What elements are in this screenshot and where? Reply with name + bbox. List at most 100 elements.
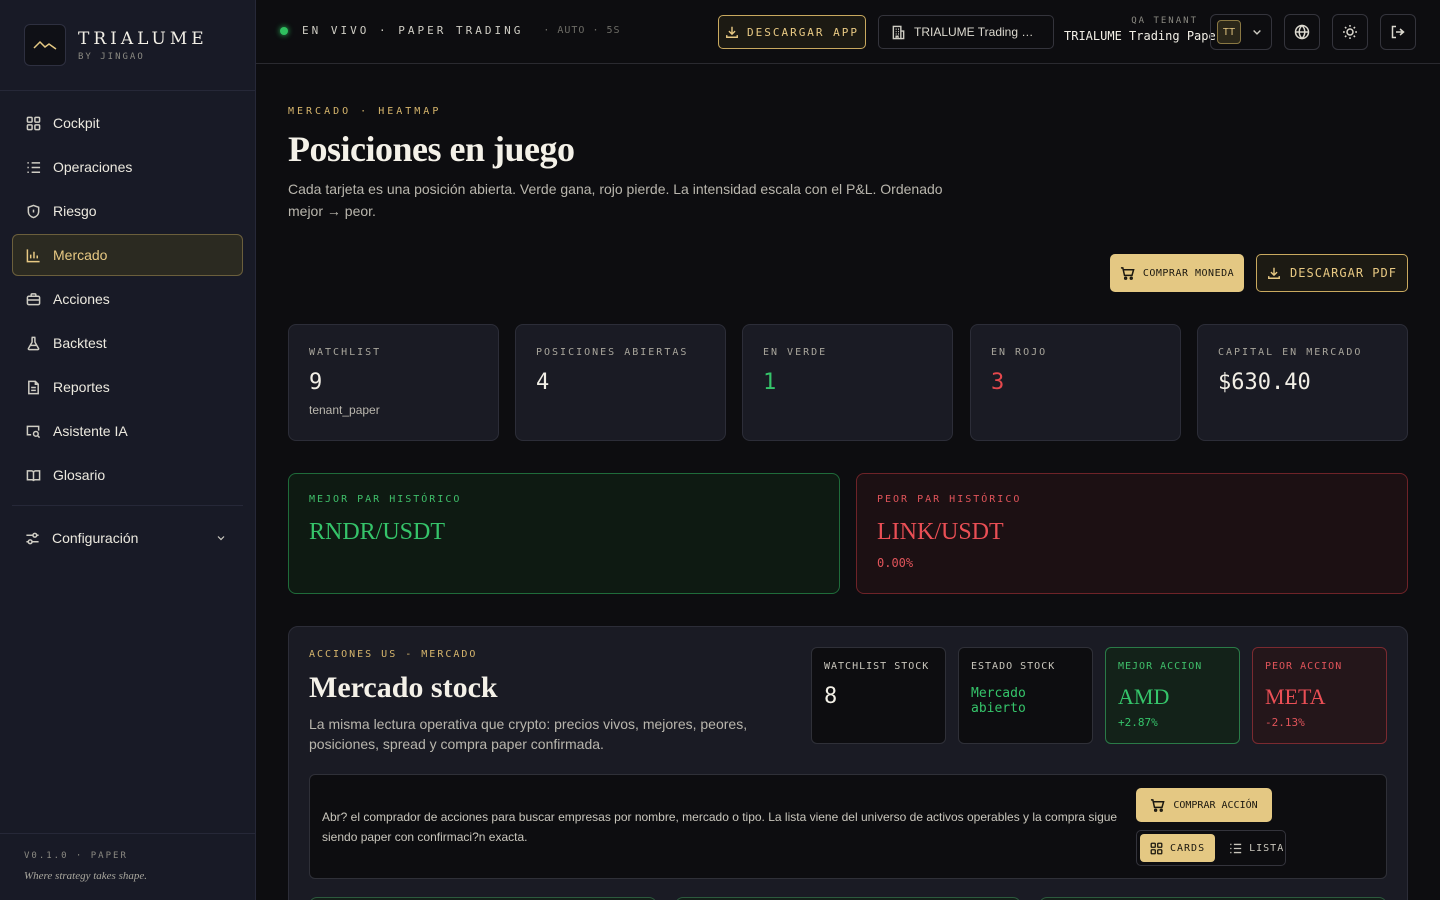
kpi-market-capital: CAPITAL EN MERCADO $630.40 xyxy=(1197,324,1408,441)
kpi-in-red: EN ROJO 3 xyxy=(970,324,1181,441)
best-stock-card[interactable]: MEJOR ACCION AMD +2.87% xyxy=(1105,647,1240,744)
sidebar-item-backtest[interactable]: Backtest xyxy=(12,322,243,364)
building-icon xyxy=(892,25,905,39)
stock-status-value: Mercado abierto xyxy=(971,686,1026,716)
chevron-down-icon xyxy=(217,536,225,541)
sidebar-item-label: Mercado xyxy=(53,247,108,263)
chevron-down-icon xyxy=(1253,30,1261,35)
best-pair-card[interactable]: MEJOR PAR HISTÓRICO RNDR/USDT xyxy=(288,473,840,594)
page-eyebrow: MERCADO · HEATMAP xyxy=(288,106,442,117)
sidebar-item-label: Acciones xyxy=(53,291,110,307)
logout-button[interactable] xyxy=(1380,14,1416,50)
mini-pct: -2.13% xyxy=(1265,716,1305,729)
logo-icon xyxy=(24,24,66,66)
download-app-button[interactable]: DESCARGAR APP xyxy=(718,15,866,49)
globe-icon xyxy=(1294,24,1310,40)
mini-label: WATCHLIST STOCK xyxy=(824,661,930,672)
sidebar-item-operaciones[interactable]: Operaciones xyxy=(12,146,243,188)
buy-stock-button[interactable]: COMPRAR ACCIÓN xyxy=(1136,788,1272,822)
best-pair-label: MEJOR PAR HISTÓRICO xyxy=(309,494,462,505)
document-icon xyxy=(28,380,39,394)
stock-status-card: ESTADO STOCK Mercado abierto xyxy=(958,647,1093,744)
sidebar-item-riesgo[interactable]: Riesgo xyxy=(12,190,243,232)
mini-label: PEOR ACCION xyxy=(1265,661,1343,672)
auto-refresh-text: · AUTO · 5S xyxy=(543,25,621,36)
kpi-label: CAPITAL EN MERCADO xyxy=(1218,347,1363,358)
kpi-sub: tenant_paper xyxy=(309,403,380,417)
theme-toggle-button[interactable] xyxy=(1332,14,1368,50)
worst-pair-name: LINK/USDT xyxy=(877,519,1004,545)
sun-icon xyxy=(1343,25,1357,39)
sidebar-item-acciones[interactable]: Acciones xyxy=(12,278,243,320)
mini-value: AMD xyxy=(1118,684,1170,709)
sidebar-divider xyxy=(0,90,256,91)
tenant-select-value: TRIALUME Trading Pa... xyxy=(914,25,1041,39)
kpi-in-green: EN VERDE 1 xyxy=(742,324,953,441)
stock-buyer-text: Abr? el comprador de acciones para busca… xyxy=(322,810,1118,844)
stock-description: La misma lectura operativa que crypto: p… xyxy=(309,716,748,752)
sidebar-item-asistente-ia[interactable]: Asistente IA xyxy=(12,410,243,452)
sidebar-item-label: Backtest xyxy=(53,335,107,351)
kpi-open-positions: POSICIONES ABIERTAS 4 xyxy=(515,324,726,441)
cart-icon xyxy=(1151,798,1165,812)
bar-chart-icon xyxy=(26,248,40,262)
mini-label: ESTADO STOCK xyxy=(971,661,1056,672)
sidebar-item-cockpit[interactable]: Cockpit xyxy=(12,102,243,144)
sidebar-item-label: Asistente IA xyxy=(53,423,128,439)
mini-value: META xyxy=(1265,684,1326,709)
sidebar-item-glosario[interactable]: Glosario xyxy=(12,454,243,496)
tenant-select[interactable]: TRIALUME Trading Pa... xyxy=(878,15,1054,49)
chat-search-icon xyxy=(26,425,41,438)
buy-coin-button[interactable]: COMPRAR MONEDA xyxy=(1110,254,1244,292)
worst-pair-pct: 0.00% xyxy=(877,556,914,570)
view-list-option[interactable]: LISTA xyxy=(1219,834,1294,862)
stock-buyer-box: Abr? el comprador de acciones para busca… xyxy=(309,774,1387,879)
stock-title: Mercado stock xyxy=(309,671,498,704)
tagline: Where strategy takes shape. xyxy=(24,870,148,882)
list-icon xyxy=(27,161,41,173)
view-cards-option[interactable]: CARDS xyxy=(1140,834,1216,862)
live-dot-icon xyxy=(280,26,288,35)
download-icon xyxy=(1268,267,1280,279)
language-button[interactable] xyxy=(1284,14,1320,50)
book-icon xyxy=(26,469,41,481)
sidebar-item-mercado[interactable]: Mercado xyxy=(12,234,243,276)
topbar: EN VIVO · PAPER TRADING · AUTO · 5S DESC… xyxy=(256,0,1440,64)
download-pdf-button[interactable]: DESCARGAR PDF xyxy=(1256,254,1408,292)
tenant-name: TRIALUME Trading Paper xyxy=(1064,29,1223,43)
mini-pct: +2.87% xyxy=(1118,716,1158,729)
sidebar-item-label: Glosario xyxy=(53,467,106,483)
page-title: Posiciones en juego xyxy=(288,129,575,169)
avatar: TT xyxy=(1217,20,1241,44)
best-pair-name: RNDR/USDT xyxy=(309,519,446,545)
page-description: Cada tarjeta es una posición abierta. Ve… xyxy=(288,181,943,219)
flask-icon xyxy=(27,336,40,350)
sidebar-item-label: Operaciones xyxy=(53,159,133,175)
user-menu-button[interactable]: TT xyxy=(1210,14,1272,50)
config-label: Configuración xyxy=(52,530,139,546)
sidebar-item-configuracion[interactable]: Configuración xyxy=(12,517,243,559)
kpi-label: EN ROJO xyxy=(991,347,1048,358)
stock-eyebrow: ACCIONES US - MERCADO xyxy=(309,649,478,660)
brand-name: TRIALUME xyxy=(78,28,208,49)
brand-sub: BY JINGAO xyxy=(78,51,145,62)
grid-icon xyxy=(26,116,41,130)
worst-stock-card[interactable]: PEOR ACCION META -2.13% xyxy=(1252,647,1387,744)
kpi-value: 9 xyxy=(309,370,323,395)
live-text: EN VIVO · PAPER TRADING xyxy=(302,24,524,37)
kpi-value: $630.40 xyxy=(1218,370,1311,395)
mini-value: 8 xyxy=(824,684,838,709)
sidebar-item-label: Reportes xyxy=(53,379,110,395)
kpi-label: WATCHLIST xyxy=(309,347,382,358)
sidebar-nav: Cockpit Operaciones Riesgo Mercado Accio… xyxy=(12,102,243,498)
brand[interactable]: TRIALUME BY JINGAO xyxy=(24,24,208,66)
mini-label: MEJOR ACCION xyxy=(1118,661,1203,672)
grid-icon xyxy=(1150,842,1163,854)
list-icon xyxy=(1230,843,1242,853)
buy-coin-label: COMPRAR MONEDA xyxy=(1142,267,1235,279)
sidebar-item-reportes[interactable]: Reportes xyxy=(12,366,243,408)
cart-icon xyxy=(1120,266,1135,280)
download-icon xyxy=(726,26,738,38)
download-pdf-label: DESCARGAR PDF xyxy=(1290,266,1397,280)
worst-pair-card[interactable]: PEOR PAR HISTÓRICO LINK/USDT 0.00% xyxy=(856,473,1408,594)
